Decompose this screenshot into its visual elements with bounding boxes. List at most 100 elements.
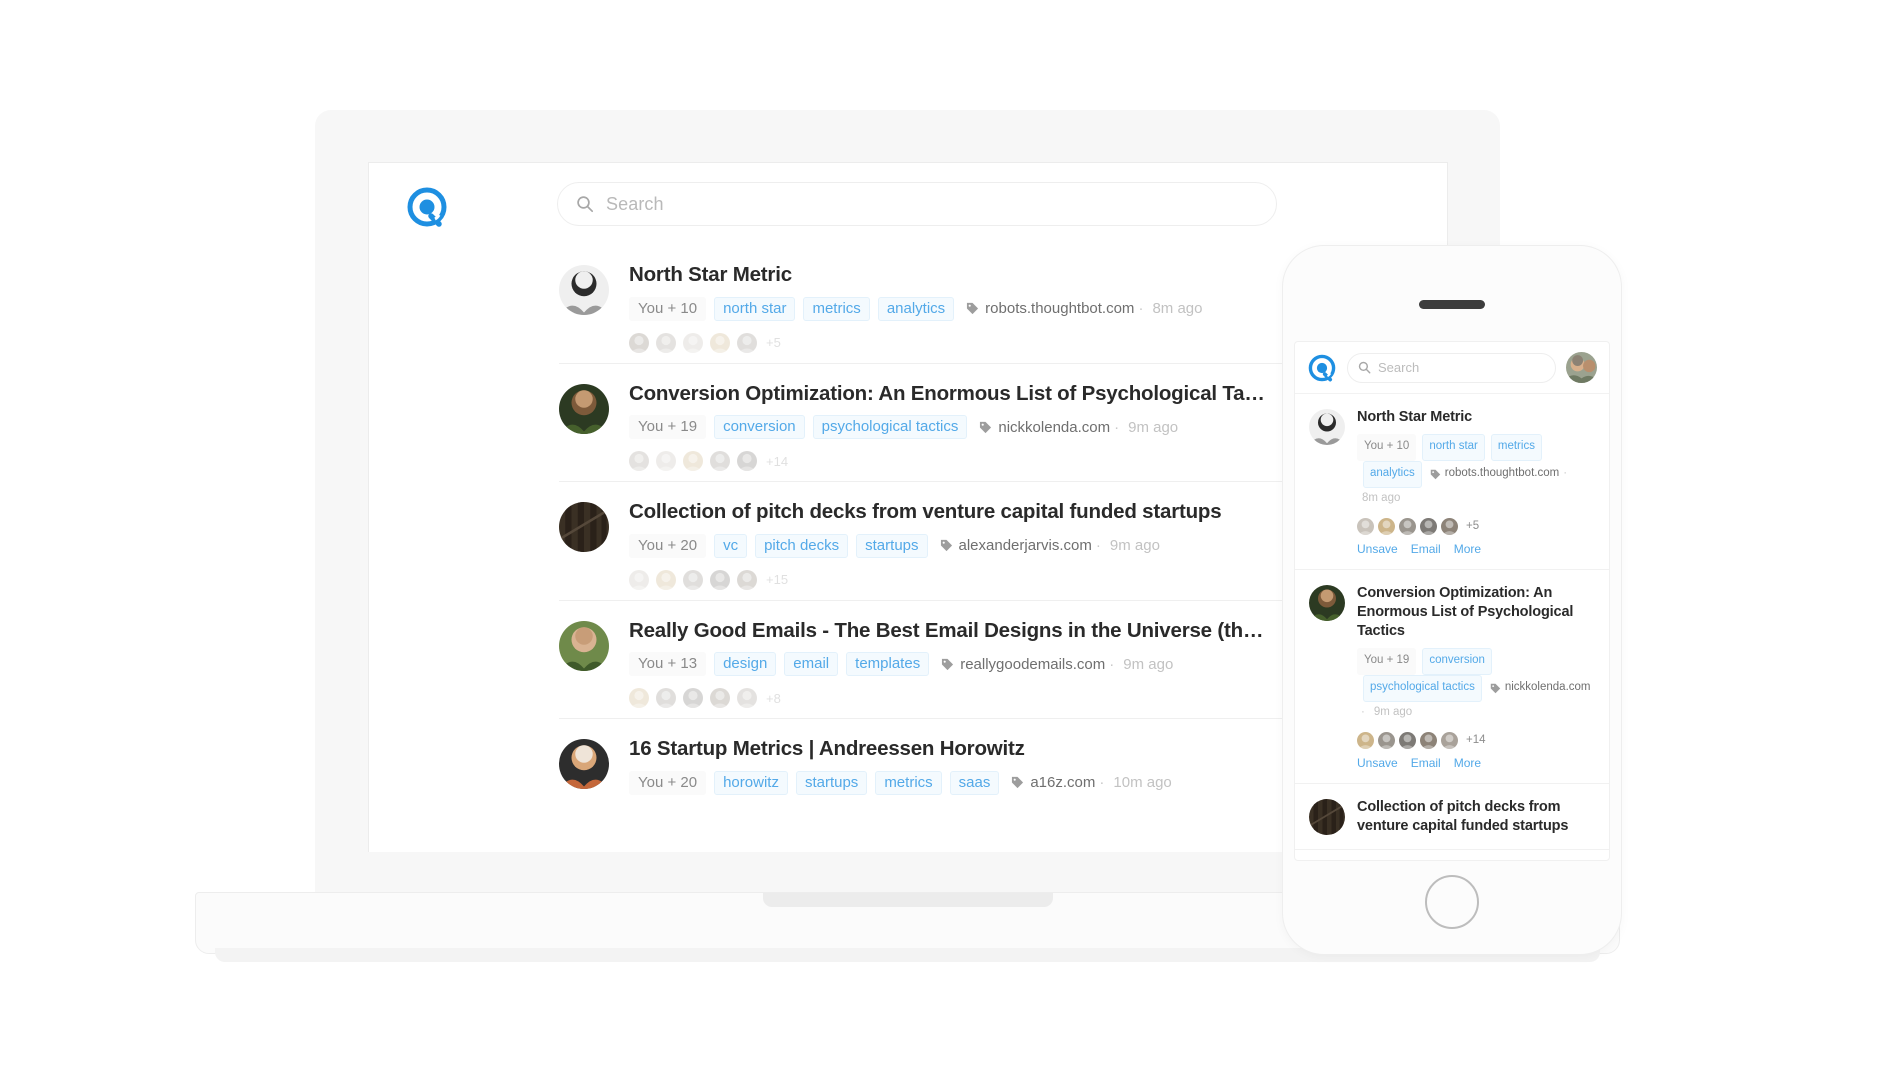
- tag-chip[interactable]: metrics: [803, 296, 870, 321]
- feed-item[interactable]: Really Good Emails - The Best Email Desi…: [559, 599, 1313, 719]
- action-unsave-button[interactable]: Unsave: [1357, 542, 1398, 556]
- participant-avatar: [656, 451, 676, 472]
- action-more-button[interactable]: More: [1454, 756, 1481, 770]
- meta-separator: ·: [1138, 300, 1144, 318]
- feed-item-meta: You + 13 design email templates reallygoodem…: [629, 652, 1313, 677]
- participant-overflow-count: +5: [766, 335, 781, 351]
- feed-item-title[interactable]: Conversion Optimization: An Enormous Lis…: [1357, 584, 1595, 641]
- feed-item-title[interactable]: Collection of pitch decks from venture c…: [1357, 798, 1595, 836]
- tag-chip[interactable]: conversion: [714, 415, 805, 440]
- source-domain[interactable]: alexanderjarvis.com: [959, 537, 1092, 554]
- tag-chip[interactable]: conversion: [1422, 648, 1492, 675]
- tag-chip[interactable]: north star: [1422, 434, 1485, 461]
- feed-item-body: Conversion Optimization: An Enormous Lis…: [1357, 584, 1595, 770]
- feed-item[interactable]: Collection of pitch decks from venture c…: [559, 481, 1313, 600]
- search-icon: [576, 195, 594, 213]
- source-domain[interactable]: a16z.com: [1030, 774, 1095, 791]
- feed-item[interactable]: North Star Metric You + 10 north star metri…: [559, 245, 1313, 363]
- avatar[interactable]: [1566, 352, 1597, 383]
- tag-chip[interactable]: saas: [949, 770, 1000, 795]
- action-email-button[interactable]: Email: [1411, 756, 1441, 770]
- timestamp: 9m ago: [1123, 655, 1174, 673]
- feed-item-title[interactable]: Conversion Optimization: An Enormous Lis…: [629, 382, 1313, 406]
- participant-avatar: [656, 569, 676, 590]
- action-unsave-button[interactable]: Unsave: [1357, 756, 1398, 770]
- source-domain[interactable]: robots.thoughtbot.com: [1445, 463, 1559, 485]
- tag-chip[interactable]: analytics: [1363, 460, 1422, 488]
- search-input[interactable]: Search: [1347, 352, 1556, 383]
- tag-chip[interactable]: startups: [856, 533, 928, 558]
- timestamp: 8m ago: [1152, 300, 1203, 318]
- source-domain[interactable]: nickkolenda.com: [1505, 677, 1591, 699]
- tag-icon: [940, 539, 953, 552]
- app-header-desktop: Search: [369, 163, 1447, 245]
- participant-avatar: [1357, 517, 1374, 535]
- tag-chip[interactable]: pitch decks: [755, 533, 849, 558]
- feed-item-title[interactable]: North Star Metric: [1357, 408, 1595, 427]
- participant-avatar: [710, 569, 730, 590]
- action-email-button[interactable]: Email: [1411, 542, 1441, 556]
- source-avatar: [559, 620, 609, 671]
- action-more-button[interactable]: More: [1454, 542, 1481, 556]
- source-domain[interactable]: nickkolenda.com: [998, 419, 1110, 436]
- meta-separator: ·: [1099, 774, 1105, 792]
- feed-item[interactable]: Collection of pitch decks from venture c…: [1295, 784, 1609, 850]
- source-avatar: [559, 739, 609, 790]
- tag-chip[interactable]: psychological tactics: [1363, 674, 1482, 702]
- tag-chip[interactable]: startups: [795, 770, 868, 795]
- phone-screen: Search North Star Metric You + 10 north st…: [1294, 341, 1610, 861]
- participant-avatar: [1420, 517, 1437, 535]
- participant-avatar: [656, 332, 676, 353]
- timestamp: 9m ago: [1373, 705, 1413, 718]
- participant-overflow-count: +8: [766, 690, 781, 706]
- source-domain[interactable]: robots.thoughtbot.com: [985, 300, 1134, 317]
- participants-row: +15: [629, 569, 1313, 590]
- source-avatar: [1309, 798, 1345, 835]
- feed-list-mobile: North Star Metric You + 10 north star metri…: [1295, 394, 1609, 850]
- tag-chip[interactable]: north star: [714, 296, 796, 321]
- feed-item-title[interactable]: Really Good Emails - The Best Email Desi…: [629, 619, 1313, 643]
- tag-chip[interactable]: analytics: [877, 296, 955, 321]
- tag-chip[interactable]: metrics: [1490, 434, 1542, 461]
- you-plus-count: You + 19: [1357, 648, 1417, 675]
- participants-row: +8: [629, 688, 1313, 709]
- tag-chip[interactable]: templates: [846, 652, 930, 677]
- feed-item[interactable]: Conversion Optimization: An Enormous Lis…: [559, 362, 1313, 482]
- feed-item[interactable]: 16 Startup Metrics | Andreessen Horowitz…: [559, 718, 1313, 822]
- source-domain[interactable]: reallygoodemails.com: [960, 656, 1105, 673]
- participant-overflow-count: +14: [766, 453, 789, 469]
- feed-item-body: Collection of pitch decks from venture c…: [629, 500, 1313, 590]
- tag-icon: [941, 658, 954, 671]
- tag-chip[interactable]: design: [714, 652, 777, 677]
- feed-item-title[interactable]: 16 Startup Metrics | Andreessen Horowitz: [629, 737, 1313, 761]
- tag-chip[interactable]: metrics: [875, 770, 942, 795]
- participant-avatar: [1441, 517, 1458, 535]
- tag-chip[interactable]: vc: [714, 533, 748, 558]
- you-plus-count: You + 19: [629, 415, 707, 440]
- tag-chip[interactable]: email: [784, 652, 839, 677]
- participant-avatar: [629, 451, 649, 472]
- home-button-icon[interactable]: [1425, 875, 1479, 929]
- feed-item[interactable]: Conversion Optimization: An Enormous Lis…: [1295, 570, 1609, 784]
- timestamp: 10m ago: [1113, 774, 1172, 792]
- feed-item-body: Conversion Optimization: An Enormous Lis…: [629, 382, 1313, 472]
- feed-item-title[interactable]: North Star Metric: [629, 263, 1313, 287]
- feed-item-body: Really Good Emails - The Best Email Desi…: [629, 619, 1313, 709]
- feed-item-title[interactable]: Collection of pitch decks from venture c…: [629, 500, 1313, 524]
- search-input[interactable]: Search: [557, 182, 1277, 226]
- meta-separator: ·: [1563, 467, 1568, 480]
- tag-chip[interactable]: psychological tactics: [812, 415, 968, 440]
- you-plus-count: You + 20: [629, 533, 707, 558]
- participant-avatar: [1399, 731, 1416, 749]
- source-avatar: [559, 502, 609, 553]
- tag-icon: [1011, 776, 1024, 789]
- feed-item[interactable]: North Star Metric You + 10 north star metri…: [1295, 394, 1609, 570]
- feed-item-meta: You + 20 vc pitch decks startups alexanderja…: [629, 533, 1313, 558]
- tag-chip[interactable]: horowitz: [714, 770, 788, 795]
- feed-item-body: 16 Startup Metrics | Andreessen Horowitz…: [629, 737, 1313, 812]
- app-logo-icon[interactable]: [1307, 353, 1337, 383]
- participant-avatar: [1399, 517, 1416, 535]
- you-plus-count: You + 10: [1357, 434, 1417, 461]
- participant-avatar: [683, 688, 703, 709]
- app-logo-icon[interactable]: [405, 185, 449, 229]
